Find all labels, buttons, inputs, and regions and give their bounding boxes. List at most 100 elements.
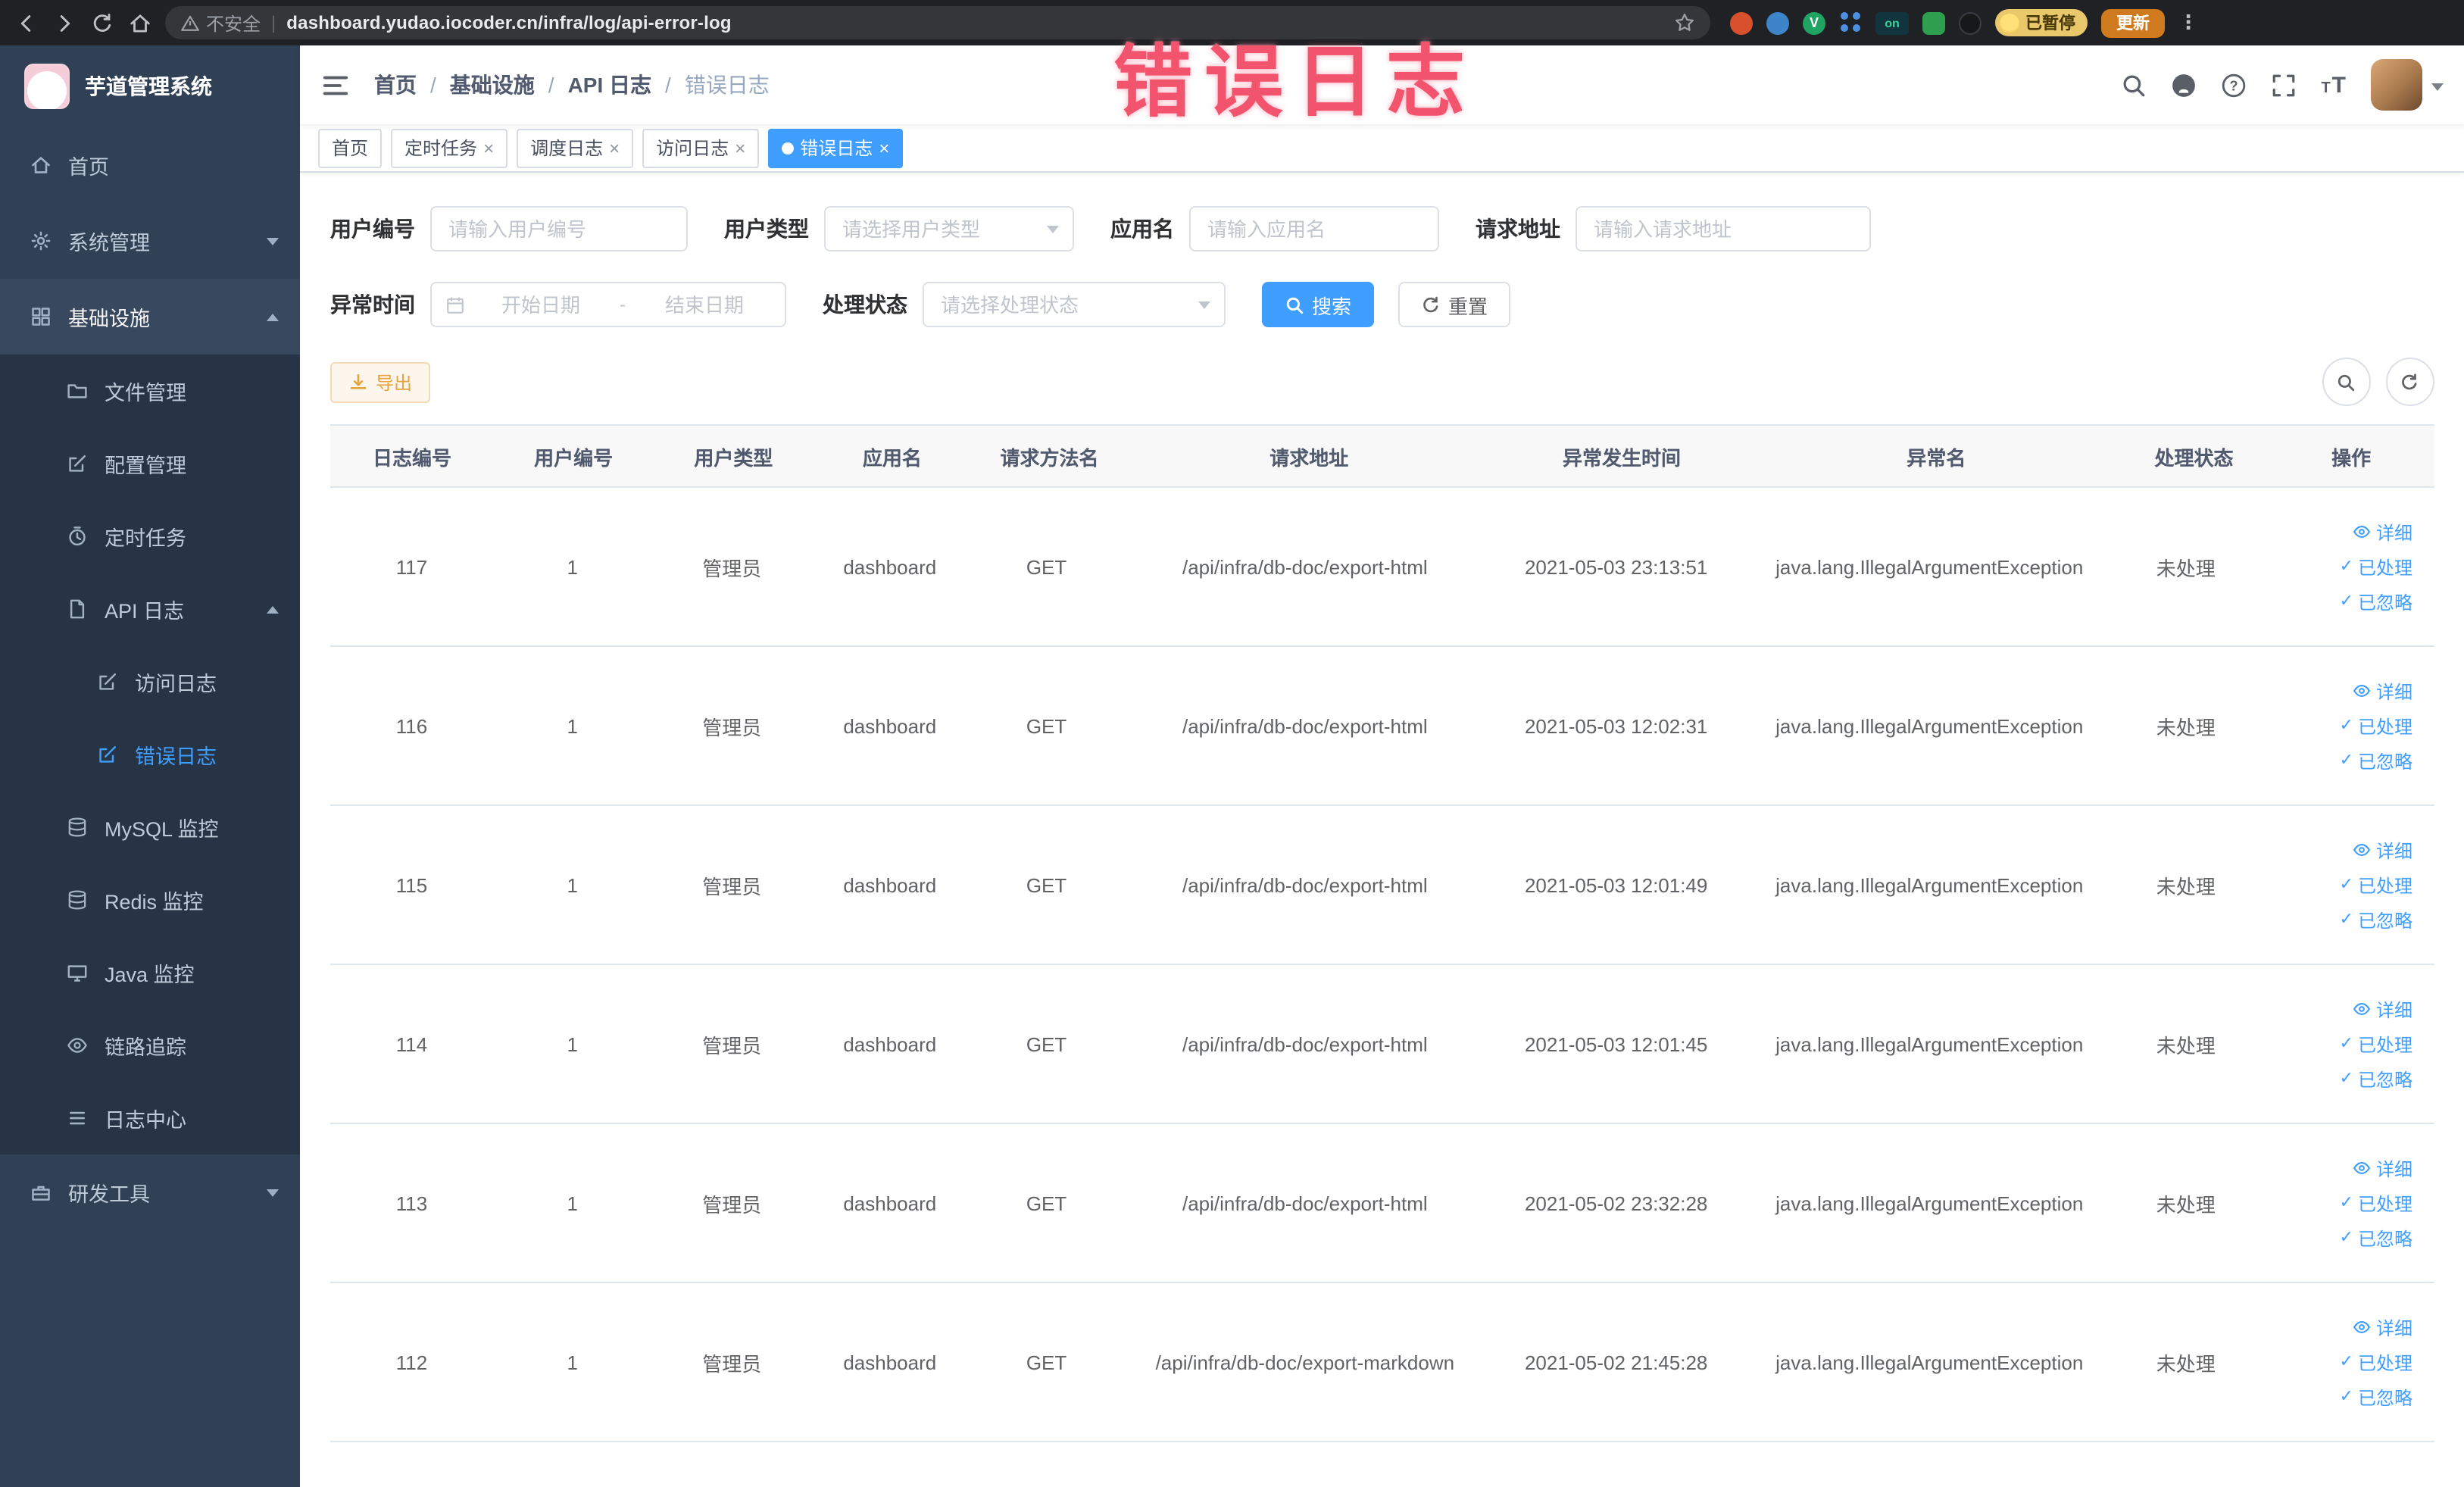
- end-date-input[interactable]: [638, 292, 771, 317]
- search-icon: [1286, 296, 1304, 314]
- forward-icon[interactable]: [53, 11, 76, 34]
- detail-link[interactable]: 详细: [2353, 996, 2412, 1022]
- mark-ignored-link[interactable]: ✓ 已忽略: [2340, 748, 2412, 773]
- sidebar-item-label: 访问日志: [135, 673, 217, 695]
- process-status-select[interactable]: [923, 282, 1226, 327]
- app-logo[interactable]: 芋道管理系统: [0, 45, 300, 127]
- tag-scheduled-tasks[interactable]: 定时任务 ×: [391, 128, 508, 167]
- detail-link[interactable]: 详细: [2353, 678, 2412, 704]
- export-button[interactable]: 导出: [330, 361, 431, 402]
- search-button[interactable]: 搜索: [1262, 282, 1375, 327]
- extension-icon-green-leaf[interactable]: [1922, 11, 1945, 34]
- github-icon[interactable]: [2171, 72, 2197, 98]
- mark-ignored-link[interactable]: ✓ 已忽略: [2340, 1384, 2412, 1410]
- home-icon[interactable]: [129, 11, 151, 34]
- close-icon[interactable]: ×: [609, 137, 620, 158]
- column-header-user-type: 用户类型: [694, 446, 773, 469]
- update-button[interactable]: 更新: [2101, 8, 2165, 37]
- back-icon[interactable]: [15, 11, 38, 34]
- extension-icon-dots-grid[interactable]: [1839, 11, 1862, 34]
- mark-processed-link[interactable]: ✓ 已处理: [2340, 713, 2412, 739]
- mark-ignored-link[interactable]: ✓ 已忽略: [2340, 907, 2412, 932]
- extension-icon-green-v[interactable]: V: [1803, 11, 1825, 34]
- breadcrumb-item-infrastructure[interactable]: 基础设施: [417, 70, 535, 100]
- sidebar-item-java-monitor[interactable]: Java 监控: [0, 936, 300, 1009]
- paused-label: 已暂停: [2025, 15, 2075, 33]
- sidebar-item-api-log[interactable]: API 日志: [0, 573, 300, 645]
- app-name-input[interactable]: [1204, 216, 1424, 242]
- reset-button[interactable]: 重置: [1398, 282, 1511, 327]
- sidebar-item-file-mgmt[interactable]: 文件管理: [0, 355, 300, 427]
- mark-processed-link[interactable]: ✓ 已处理: [2340, 554, 2412, 579]
- sidebar-item-dev-tools[interactable]: 研发工具: [0, 1154, 300, 1230]
- help-icon[interactable]: ?: [2221, 72, 2247, 98]
- check-icon: ✓: [2339, 751, 2353, 769]
- mark-ignored-link[interactable]: ✓ 已忽略: [2340, 1066, 2412, 1092]
- detail-link[interactable]: 详细: [2353, 1155, 2412, 1181]
- cell-exception-time: 2021-05-03 23:13:51: [1524, 555, 1708, 578]
- bookmark-star-icon[interactable]: [1674, 12, 1695, 33]
- tag-error-log[interactable]: 错误日志 ×: [768, 128, 904, 167]
- database-icon: [68, 817, 86, 837]
- fullscreen-icon[interactable]: [2271, 72, 2297, 98]
- sidebar-item-redis-monitor[interactable]: Redis 监控: [0, 864, 300, 936]
- sidebar-item-log-center[interactable]: 日志中心: [0, 1082, 300, 1154]
- sidebar-item-config-mgmt[interactable]: 配置管理: [0, 427, 300, 500]
- extension-icon-paw[interactable]: [1959, 11, 1982, 34]
- mark-processed-link[interactable]: ✓ 已处理: [2340, 1031, 2412, 1057]
- hamburger-icon[interactable]: [321, 70, 350, 99]
- sidebar-item-scheduled-tasks[interactable]: 定时任务: [0, 500, 300, 573]
- detail-link[interactable]: 详细: [2353, 519, 2412, 545]
- extension-icon-on-badge[interactable]: on: [1875, 11, 1909, 34]
- breadcrumb-item-home[interactable]: 首页: [374, 70, 417, 100]
- detail-link[interactable]: 详细: [2353, 1314, 2412, 1340]
- close-icon[interactable]: ×: [483, 137, 494, 158]
- start-date-input[interactable]: [474, 292, 607, 317]
- sidebar-item-home[interactable]: 首页: [0, 127, 300, 203]
- tag-home[interactable]: 首页: [318, 128, 383, 167]
- cell-log-id: 117: [395, 555, 428, 578]
- search-icon[interactable]: [2121, 72, 2147, 98]
- close-icon[interactable]: ×: [735, 137, 745, 158]
- sidebar-item-trace[interactable]: 链路追踪: [0, 1009, 300, 1082]
- close-icon[interactable]: ×: [879, 137, 889, 158]
- user-type-select[interactable]: [824, 206, 1074, 251]
- tag-schedule-log[interactable]: 调度日志 ×: [517, 128, 634, 167]
- sidebar-item-error-log[interactable]: 错误日志: [0, 718, 300, 791]
- reload-icon[interactable]: [91, 11, 114, 34]
- extension-icon-orange[interactable]: [1730, 11, 1753, 34]
- paused-badge[interactable]: 已暂停: [1995, 9, 2088, 36]
- tag-label: 访问日志: [656, 138, 729, 159]
- sidebar-item-mysql-monitor[interactable]: MySQL 监控: [0, 791, 300, 864]
- tag-access-log[interactable]: 访问日志 ×: [642, 128, 760, 167]
- sidebar-item-system-mgmt[interactable]: 系统管理: [0, 203, 300, 279]
- sidebar-item-label: 首页: [68, 156, 109, 179]
- user-menu[interactable]: [2370, 59, 2443, 111]
- user-type-select-input[interactable]: [839, 216, 1038, 242]
- check-icon: ✓: [2339, 1034, 2353, 1052]
- warning-icon: [181, 14, 199, 30]
- detail-link[interactable]: 详细: [2353, 837, 2412, 863]
- browser-menu-icon[interactable]: ⋮: [2178, 11, 2198, 35]
- url-bar[interactable]: 不安全 | dashboard.yudao.iocoder.cn/infra/l…: [165, 6, 1710, 39]
- request-url-input[interactable]: [1591, 216, 1856, 242]
- user-id-input[interactable]: [445, 216, 673, 242]
- process-status-select-input[interactable]: [938, 292, 1189, 317]
- security-chip[interactable]: 不安全: [180, 10, 261, 36]
- eye-icon: [2353, 685, 2372, 697]
- mark-processed-link[interactable]: ✓ 已处理: [2340, 1349, 2412, 1375]
- mark-processed-link[interactable]: ✓ 已处理: [2340, 872, 2412, 898]
- mark-ignored-link[interactable]: ✓ 已忽略: [2340, 589, 2412, 614]
- refresh-table-button[interactable]: [2385, 358, 2434, 406]
- sidebar-item-infrastructure[interactable]: 基础设施: [0, 279, 300, 355]
- extension-icon-blue-drop[interactable]: [1766, 11, 1789, 34]
- toggle-search-button[interactable]: [2322, 358, 2370, 406]
- mark-processed-link[interactable]: ✓ 已处理: [2340, 1190, 2412, 1216]
- date-range-picker[interactable]: -: [430, 282, 786, 327]
- browser-nav-buttons: [15, 11, 151, 34]
- font-size-icon[interactable]: TT: [2321, 73, 2346, 96]
- security-label: 不安全: [206, 13, 261, 34]
- sidebar-item-access-log[interactable]: 访问日志: [0, 645, 300, 718]
- breadcrumb-item-api-log[interactable]: API 日志: [535, 70, 651, 100]
- mark-ignored-link[interactable]: ✓ 已忽略: [2340, 1225, 2412, 1251]
